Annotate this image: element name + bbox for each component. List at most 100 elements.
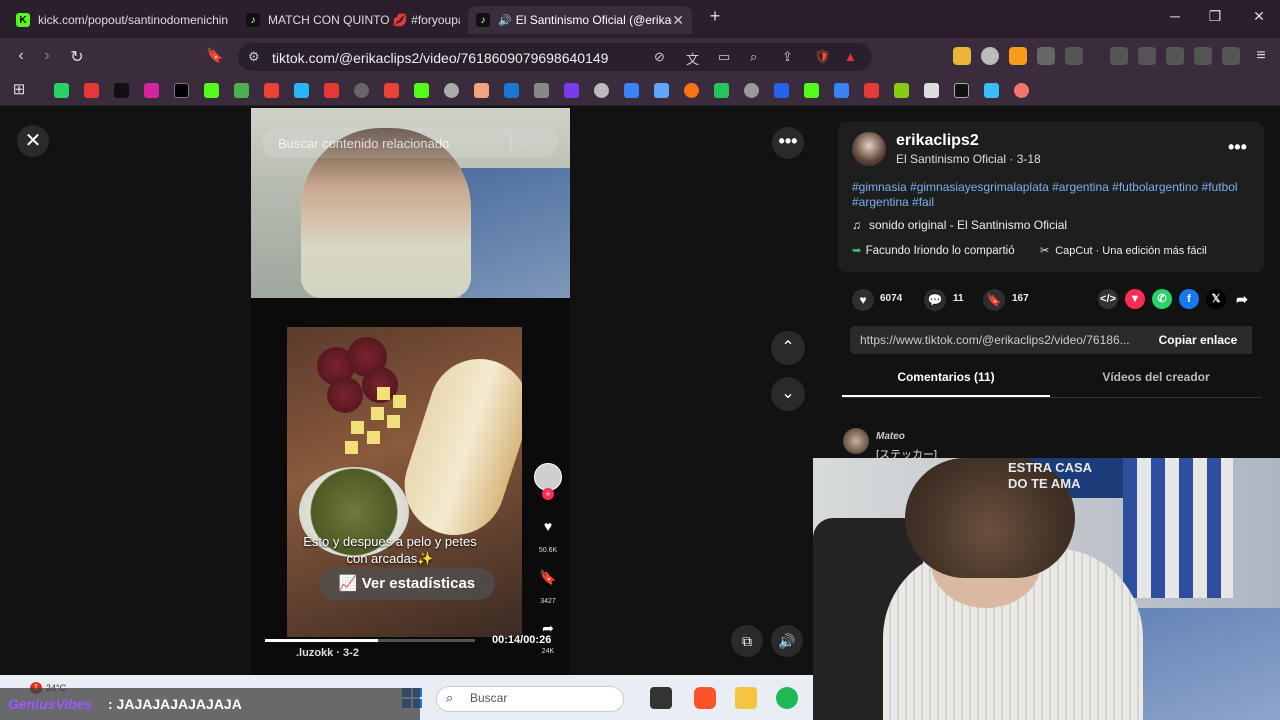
- cast-icon[interactable]: ▭: [718, 49, 730, 65]
- copy-link-button[interactable]: Copiar enlace: [1144, 326, 1252, 354]
- bookmark-icon[interactable]: 🔖: [983, 289, 1005, 311]
- x-icon[interactable]: 𝕏: [1206, 289, 1226, 309]
- spotify-icon[interactable]: [776, 687, 798, 709]
- chevron-down-icon[interactable]: ⌄: [771, 377, 805, 411]
- translate-icon[interactable]: 文: [686, 49, 699, 68]
- close-icon[interactable]: ✕: [17, 125, 49, 157]
- tiktok-bookmark-icon[interactable]: [114, 83, 129, 98]
- bookmark-icon[interactable]: [954, 83, 969, 98]
- gmail-bookmark-icon[interactable]: [264, 83, 279, 98]
- comment-username[interactable]: Mateo: [876, 431, 905, 442]
- extension-icon[interactable]: [953, 47, 971, 65]
- kick-bookmark-icon[interactable]: [414, 83, 429, 98]
- search-icon[interactable]: ⌕: [524, 134, 532, 151]
- bookmark-icon[interactable]: [504, 83, 519, 98]
- brave-rewards-icon[interactable]: ▲: [844, 49, 857, 64]
- vpn-icon[interactable]: [1222, 47, 1240, 65]
- chevron-up-icon[interactable]: ⌃: [771, 331, 805, 365]
- bookmark-icon[interactable]: [564, 83, 579, 98]
- minimize-button[interactable]: ─: [1160, 8, 1190, 24]
- bookmark-icon[interactable]: [714, 83, 729, 98]
- bookmark-icon[interactable]: [444, 83, 459, 98]
- avatar[interactable]: [852, 132, 886, 166]
- taskbar-search-input[interactable]: Buscar: [470, 691, 507, 705]
- bookmark-icon[interactable]: [1014, 83, 1029, 98]
- username[interactable]: erikaclips2: [896, 132, 979, 150]
- bookmark-icon[interactable]: [924, 83, 939, 98]
- bookmark-icon[interactable]: [744, 83, 759, 98]
- whatsapp-icon[interactable]: ✆: [1152, 289, 1172, 309]
- docs-bookmark-icon[interactable]: [624, 83, 639, 98]
- play-extension-icon[interactable]: [981, 47, 999, 65]
- tab-tiktok-match[interactable]: ♪ MATCH CON QUINTO 💋 #foryoupag: [238, 6, 460, 34]
- x-bookmark-icon[interactable]: [174, 83, 189, 98]
- video-link[interactable]: https://www.tiktok.com/@erikaclips2/vide…: [860, 333, 1140, 347]
- avatar[interactable]: [843, 428, 869, 454]
- apps-grid-icon[interactable]: ⊞: [8, 80, 30, 98]
- share-arrow-icon[interactable]: ➦: [1232, 289, 1252, 309]
- bookmark-icon[interactable]: [984, 83, 999, 98]
- wallet-icon[interactable]: [1166, 47, 1184, 65]
- bookmark-icon[interactable]: 🔖: [204, 47, 226, 64]
- pip-icon[interactable]: ⧉: [731, 625, 763, 657]
- more-options-icon[interactable]: •••: [772, 127, 804, 159]
- url-text[interactable]: tiktok.com/@erikaclips2/video/7618609079…: [272, 50, 608, 66]
- creator-avatar[interactable]: [534, 463, 562, 491]
- more-options-icon[interactable]: •••: [1228, 137, 1247, 158]
- bookmark-icon[interactable]: [774, 83, 789, 98]
- youtube-bookmark-icon[interactable]: [84, 83, 99, 98]
- heart-icon[interactable]: ♥: [538, 518, 558, 534]
- kick-bookmark-icon[interactable]: [804, 83, 819, 98]
- brave-icon[interactable]: [694, 687, 716, 709]
- follow-plus-icon[interactable]: +: [542, 488, 554, 500]
- maximize-button[interactable]: ❐: [1200, 8, 1230, 25]
- tab-tiktok-active[interactable]: ♪ 🔊 El Santinismo Oficial (@erikac ✕: [468, 6, 692, 34]
- task-view-icon[interactable]: [650, 687, 672, 709]
- comment-icon[interactable]: 💬: [924, 289, 946, 311]
- bookmark-icon[interactable]: [534, 83, 549, 98]
- kick-bookmark-icon[interactable]: [204, 83, 219, 98]
- close-window-button[interactable]: ✕: [1244, 8, 1274, 25]
- address-bar[interactable]: ⚙ tiktok.com/@erikaclips2/video/76186090…: [238, 43, 872, 71]
- gmail-bookmark-icon[interactable]: [384, 83, 399, 98]
- heart-icon[interactable]: ♥: [852, 289, 874, 311]
- file-explorer-icon[interactable]: [735, 687, 757, 709]
- leo-ai-icon[interactable]: [1194, 47, 1212, 65]
- hashtags[interactable]: #gimnasia #gimnasiayesgrimalaplata #arge…: [852, 180, 1252, 210]
- tab-creator-videos[interactable]: Vídeos del creador: [1052, 370, 1260, 384]
- media-icon[interactable]: ⊘: [654, 49, 665, 65]
- repost-icon[interactable]: ▼: [1125, 289, 1145, 309]
- bookmark-icon[interactable]: [324, 83, 339, 98]
- sound-link[interactable]: ♫ sonido original - El Santinismo Oficial: [852, 218, 1067, 232]
- music-icon[interactable]: [1110, 47, 1128, 65]
- bookmark-icon[interactable]: [684, 83, 699, 98]
- puzzle-icon[interactable]: [1037, 47, 1055, 65]
- docs-bookmark-icon[interactable]: [834, 83, 849, 98]
- menu-icon[interactable]: ≡: [1250, 47, 1272, 65]
- back-icon[interactable]: ‹: [10, 47, 32, 65]
- volume-icon[interactable]: 🔊: [771, 625, 803, 657]
- download-bookmark-icon[interactable]: [894, 83, 909, 98]
- sidebar-icon[interactable]: [1138, 47, 1156, 65]
- whatsapp-bookmark-icon[interactable]: [54, 83, 69, 98]
- github-bookmark-icon[interactable]: [354, 83, 369, 98]
- zoom-icon[interactable]: ⌕: [750, 49, 757, 65]
- close-tab-icon[interactable]: ✕: [672, 12, 684, 29]
- screenshot-icon[interactable]: [1065, 47, 1083, 65]
- embed-icon[interactable]: </>: [1098, 289, 1118, 309]
- bookmark-icon[interactable]: 🔖: [538, 569, 558, 586]
- search-input[interactable]: Buscar contenido relacionado: [278, 136, 449, 151]
- tab-kick[interactable]: K kick.com/popout/santinodomenichin: [8, 6, 230, 34]
- tab-comments[interactable]: Comentarios (11): [842, 370, 1050, 384]
- play-orange-icon[interactable]: [1009, 47, 1027, 65]
- download-bookmark-icon[interactable]: [864, 83, 879, 98]
- site-settings-icon[interactable]: ⚙: [248, 49, 260, 65]
- bookmark-icon[interactable]: [474, 83, 489, 98]
- brave-shield-icon[interactable]: 🛡: [814, 49, 831, 65]
- view-stats-button[interactable]: 📈 Ver estadísticas: [319, 568, 495, 600]
- facebook-icon[interactable]: f: [1179, 289, 1199, 309]
- share-icon[interactable]: ⇪: [782, 49, 793, 65]
- bookmark-icon[interactable]: [594, 83, 609, 98]
- bookmark-icon[interactable]: [294, 83, 309, 98]
- instagram-bookmark-icon[interactable]: [144, 83, 159, 98]
